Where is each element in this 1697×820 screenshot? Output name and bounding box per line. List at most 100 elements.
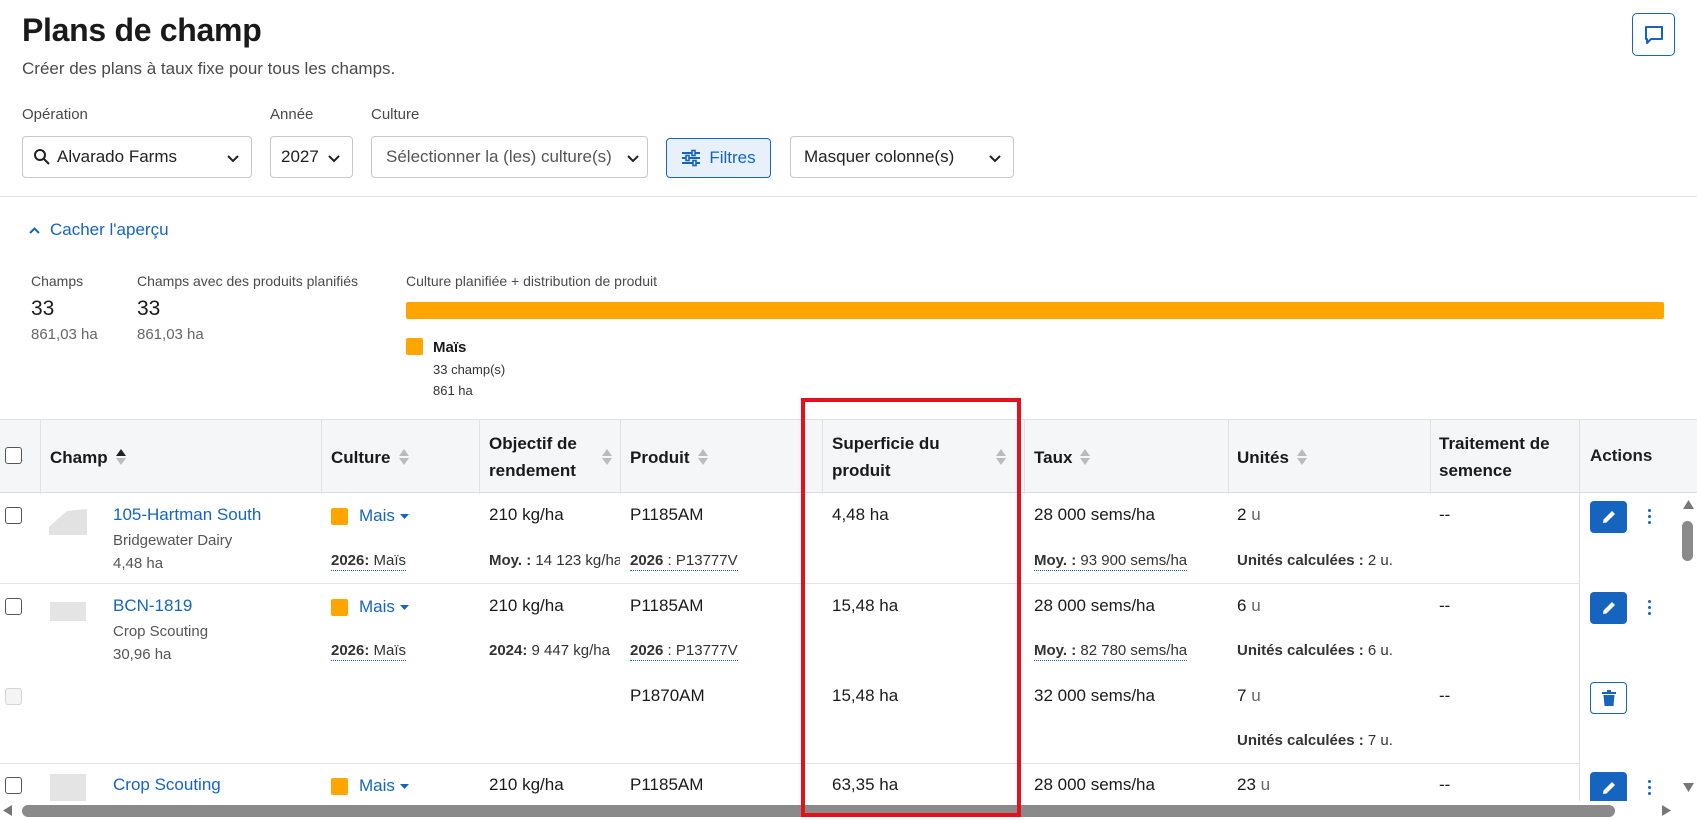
column-header-produit[interactable]: Produit bbox=[630, 420, 708, 494]
operation-select[interactable]: Alvarado Farms bbox=[22, 136, 252, 178]
pencil-icon bbox=[1602, 511, 1615, 523]
calculated-units-value: 2 u. bbox=[1367, 552, 1393, 569]
column-header-label: Taux bbox=[1034, 447, 1073, 467]
edit-button[interactable] bbox=[1590, 772, 1627, 801]
scroll-left-arrow-icon[interactable] bbox=[3, 805, 12, 816]
calculated-units-label: Unités calculées : bbox=[1237, 552, 1364, 569]
edit-button[interactable] bbox=[1590, 592, 1627, 624]
delete-product-button[interactable] bbox=[1590, 682, 1627, 714]
hide-overview-label: Cacher l'aperçu bbox=[50, 220, 169, 239]
more-options-icon[interactable] bbox=[1648, 780, 1651, 795]
chevron-up-icon bbox=[29, 226, 40, 234]
crop-dropdown[interactable]: Mais bbox=[359, 506, 409, 526]
row-checkbox[interactable] bbox=[5, 507, 22, 524]
operation-label: Opération bbox=[22, 106, 88, 123]
vertical-scroll-thumb[interactable] bbox=[1682, 521, 1693, 561]
yield-average-value: 14 123 kg/ha bbox=[535, 552, 620, 569]
row-checkbox[interactable] bbox=[5, 598, 22, 615]
planned-fields-stat-area: 861,03 ha bbox=[137, 326, 204, 343]
trash-icon bbox=[1601, 690, 1616, 706]
previous-crop: 2026: Maïs bbox=[331, 642, 407, 661]
previous-crop-year: 2026: bbox=[331, 552, 370, 569]
row-checkbox[interactable] bbox=[5, 777, 22, 794]
column-header-culture[interactable]: Culture bbox=[331, 420, 409, 494]
sort-asc-icon bbox=[115, 449, 126, 465]
chat-button[interactable] bbox=[1632, 13, 1675, 56]
field-plans-table: Champ Culture Objectif de rendement Prod… bbox=[0, 419, 1697, 801]
crop-dropdown[interactable]: Mais bbox=[359, 776, 409, 796]
seeding-rate: 32 000 sems/ha bbox=[1034, 686, 1155, 705]
yield-previous-label: 2024: bbox=[489, 642, 528, 659]
field-name-link[interactable]: 105-Hartman South bbox=[113, 505, 261, 525]
filters-button-label: Filtres bbox=[709, 148, 756, 167]
calculated-units: Unités calculées : 2 u. bbox=[1237, 552, 1393, 569]
crop-label: Mais bbox=[359, 776, 395, 795]
column-header-superficie[interactable]: Superficie du produit bbox=[832, 420, 1012, 494]
more-options-icon[interactable] bbox=[1648, 600, 1651, 615]
field-name-link[interactable]: BCN-1819 bbox=[113, 596, 192, 616]
rate-average: Moy. : 82 780 sems/ha bbox=[1034, 642, 1188, 661]
table-header: Champ Culture Objectif de rendement Prod… bbox=[0, 419, 1697, 494]
calculated-units: Unités calculées : 7 u. bbox=[1237, 732, 1393, 749]
field-area: 4,48 ha bbox=[113, 555, 164, 572]
column-header-label: Champ bbox=[50, 447, 108, 467]
year-select[interactable]: 2027 bbox=[270, 136, 353, 178]
calculated-units-label: Unités calculées : bbox=[1237, 732, 1364, 749]
column-header-taux[interactable]: Taux bbox=[1034, 420, 1091, 494]
seeding-rate: 28 000 sems/ha bbox=[1034, 596, 1155, 615]
column-header-label: Superficie du produit bbox=[832, 434, 940, 480]
select-all-checkbox[interactable] bbox=[5, 447, 22, 464]
column-header-champ[interactable]: Champ bbox=[50, 420, 126, 494]
calculated-units-value: 7 u. bbox=[1367, 732, 1393, 749]
column-header-actions: Actions bbox=[1580, 419, 1697, 493]
crop-select[interactable]: Sélectionner la (les) culture(s) bbox=[371, 136, 648, 178]
product-name: P1185AM bbox=[630, 775, 704, 794]
units-unit: u bbox=[1251, 596, 1261, 615]
chevron-down-icon bbox=[989, 155, 1001, 163]
previous-crop-year: 2026: bbox=[331, 642, 370, 659]
units-value: 7 bbox=[1237, 686, 1247, 705]
caret-down-icon bbox=[399, 513, 409, 519]
calculated-units-value: 6 u. bbox=[1367, 642, 1393, 659]
farm-name: Bridgewater Dairy bbox=[113, 532, 233, 549]
product-area: 63,35 ha bbox=[832, 775, 899, 794]
field-name-link[interactable]: Crop Scouting bbox=[113, 775, 221, 795]
column-header-unites[interactable]: Unités bbox=[1237, 420, 1307, 494]
sort-icon bbox=[1080, 449, 1091, 465]
hide-columns-select[interactable]: Masquer colonne(s) bbox=[790, 136, 1014, 178]
crop-dropdown[interactable]: Mais bbox=[359, 597, 409, 617]
product-area: 15,48 ha bbox=[832, 596, 899, 615]
rate-average-value: 82 780 sems/ha bbox=[1080, 642, 1188, 659]
vertical-scrollbar[interactable] bbox=[1680, 496, 1697, 801]
hide-overview-toggle[interactable]: Cacher l'aperçu bbox=[28, 220, 169, 240]
legend-swatch-mais bbox=[406, 338, 423, 355]
legend-crop-name: Maïs bbox=[433, 339, 467, 356]
column-header-label: Produit bbox=[630, 447, 690, 467]
horizontal-scrollbar[interactable] bbox=[0, 801, 1697, 820]
more-options-icon[interactable] bbox=[1648, 509, 1651, 524]
edit-button[interactable] bbox=[1590, 501, 1627, 533]
column-header-objectif[interactable]: Objectif de rendement bbox=[489, 420, 619, 494]
horizontal-scroll-thumb[interactable] bbox=[22, 805, 1615, 817]
yield-goal: 210 kg/ha bbox=[489, 505, 564, 524]
scroll-right-arrow-icon[interactable] bbox=[1662, 805, 1671, 816]
units: 2 u bbox=[1237, 505, 1261, 525]
fields-stat-area: 861,03 ha bbox=[31, 326, 98, 343]
fields-stat-value: 33 bbox=[31, 297, 55, 320]
field-shape-thumbnail bbox=[49, 509, 87, 535]
yield-goal: 210 kg/ha bbox=[489, 775, 564, 794]
row-checkbox bbox=[5, 688, 22, 705]
filters-button[interactable]: Filtres bbox=[666, 138, 771, 178]
sort-icon bbox=[996, 449, 1006, 465]
caret-down-icon bbox=[399, 604, 409, 610]
scroll-down-arrow-icon[interactable] bbox=[1683, 783, 1694, 792]
crop-placeholder: Sélectionner la (les) culture(s) bbox=[386, 147, 612, 166]
farm-name: Crop Scouting bbox=[113, 623, 209, 640]
yield-goal: 210 kg/ha bbox=[489, 596, 564, 615]
yield-average-label: Moy. : bbox=[489, 552, 532, 569]
page-title: Plans de champ bbox=[22, 12, 262, 48]
sort-icon bbox=[602, 449, 612, 465]
scroll-up-arrow-icon[interactable] bbox=[1683, 500, 1694, 509]
sort-icon bbox=[697, 449, 708, 465]
seed-treatment: -- bbox=[1439, 596, 1451, 615]
